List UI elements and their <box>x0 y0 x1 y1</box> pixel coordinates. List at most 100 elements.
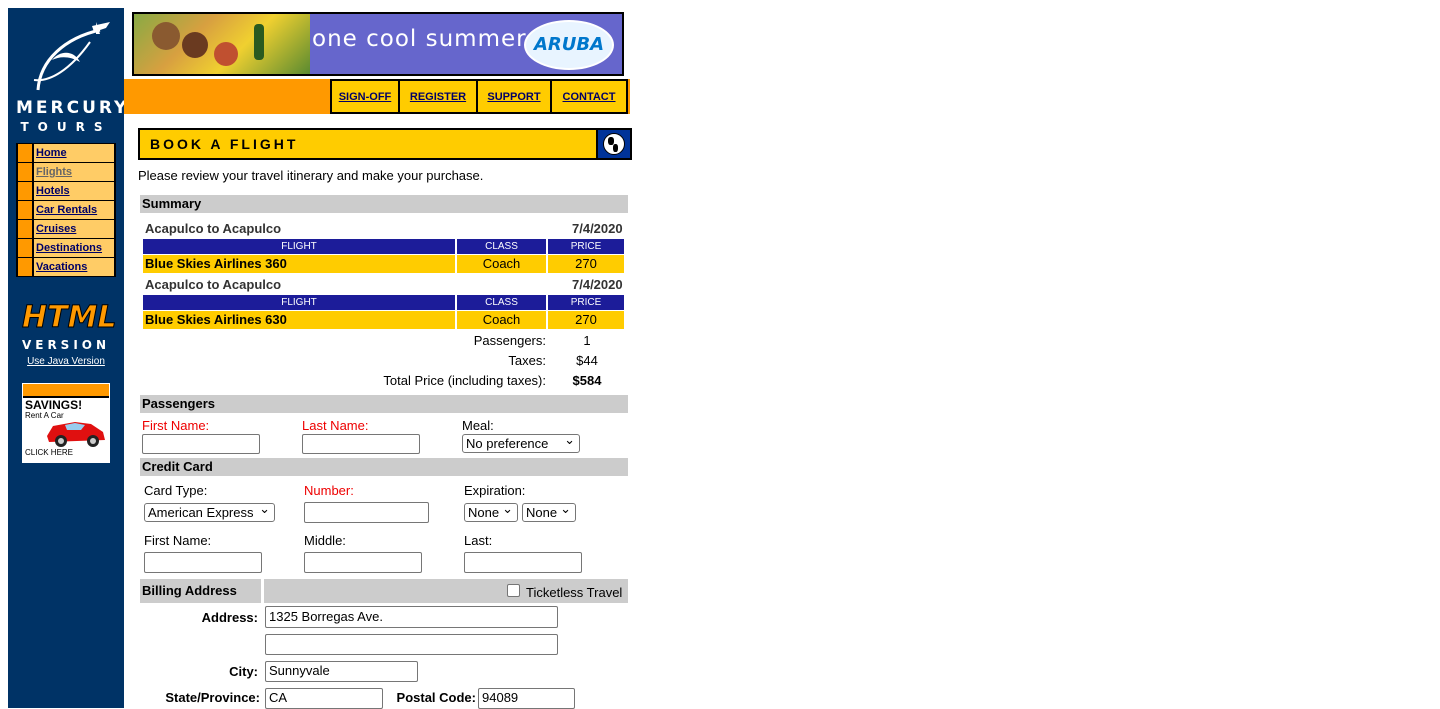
sidebar-nav: Home Flights Hotels Car Rentals Cruises … <box>16 143 116 277</box>
ticketless-label: Ticketless Travel <box>526 585 623 600</box>
leg1-route: Acapulco to Acapulco <box>145 221 282 236</box>
leg2-date: 7/4/2020 <box>572 277 623 292</box>
card-middle-name-label: Middle: <box>304 533 346 548</box>
left-rail: MERCURY TOURS Home Flights Hotels Car Re… <box>8 8 130 708</box>
price-header: PRICE <box>548 295 624 310</box>
address-line2-input[interactable] <box>265 634 558 655</box>
html-version-logo: HTML VERSION <box>18 298 118 358</box>
passenger-last-name-input[interactable] <box>302 434 420 454</box>
card-type-select[interactable]: American Express <box>144 500 275 522</box>
passengers-heading: Passengers <box>140 395 628 413</box>
aruba-banner-ad[interactable]: one cool summer ARUBA <box>132 12 624 76</box>
sidebar-item-label[interactable]: Vacations <box>34 258 114 276</box>
total-price-label: Total Price (including taxes): <box>383 373 546 388</box>
intro-text: Please review your travel itinerary and … <box>138 168 484 183</box>
leg1-table-header: FLIGHT CLASS PRICE <box>143 239 626 254</box>
class-header: CLASS <box>457 239 546 254</box>
expiration-month-select[interactable]: None <box>464 500 518 522</box>
sign-off-link[interactable]: SIGN-OFF <box>330 79 398 114</box>
class-cell: Coach <box>457 255 546 273</box>
sidebar-item-label[interactable]: Hotels <box>34 182 114 200</box>
flight-cell: Blue Skies Airlines 630 <box>143 311 455 329</box>
plane-icon <box>33 22 110 91</box>
sidebar-item-hotels[interactable]: Hotels <box>18 182 114 200</box>
postal-code-label: Postal Code: <box>396 690 476 705</box>
sidebar-item-label[interactable]: Flights <box>34 163 114 181</box>
sidebar-item-vacations[interactable]: Vacations <box>18 258 114 276</box>
sidebar-item-label[interactable]: Car Rentals <box>34 201 114 219</box>
mercury-tours-logo[interactable]: MERCURY TOURS <box>16 20 130 134</box>
city-input[interactable]: Sunnyvale <box>265 661 418 682</box>
passengers-count-label: Passengers: <box>473 333 546 348</box>
class-cell: Coach <box>457 311 546 329</box>
page-title: BOOK A FLIGHT <box>150 136 299 152</box>
banner-photo <box>134 14 310 74</box>
register-link[interactable]: REGISTER <box>398 79 476 114</box>
page-title-bar: BOOK A FLIGHT <box>138 128 632 160</box>
sidebar-item-label[interactable]: Cruises <box>34 220 114 238</box>
flight-header: FLIGHT <box>143 295 455 310</box>
car-rental-ad[interactable]: SAVINGS! Rent A Car CLICK HERE <box>22 383 110 463</box>
sidebar-item-label[interactable]: Destinations <box>34 239 114 257</box>
sidebar-item-home[interactable]: Home <box>18 144 114 162</box>
contact-link[interactable]: CONTACT <box>550 79 628 114</box>
page: MERCURY TOURS Home Flights Hotels Car Re… <box>8 8 632 709</box>
leg2-route: Acapulco to Acapulco <box>145 277 282 292</box>
first-name-label: First Name: <box>142 418 210 433</box>
leg1-date: 7/4/2020 <box>572 221 623 236</box>
billing-address-heading: Billing Address <box>140 579 261 603</box>
passenger-first-name-input[interactable] <box>142 434 260 454</box>
card-last-name-label: Last: <box>464 533 493 548</box>
card-number-label: Number: <box>304 483 354 498</box>
card-last-name-input[interactable] <box>464 552 582 573</box>
state-label: State/Province: <box>165 690 260 705</box>
taxes-value: $44 <box>576 353 598 368</box>
expiration-label: Expiration: <box>464 483 526 498</box>
version-word: VERSION <box>21 338 111 352</box>
sidebar-item-destinations[interactable]: Destinations <box>18 239 114 257</box>
ticketless-bar: Ticketless Travel <box>264 579 628 603</box>
sidebar-item-flights[interactable]: Flights <box>18 163 114 181</box>
card-middle-name-input[interactable] <box>304 552 422 573</box>
class-header: CLASS <box>457 295 546 310</box>
aruba-logo: ARUBA <box>524 20 614 70</box>
expiration-year-select[interactable]: None <box>522 500 576 522</box>
card-number-input[interactable] <box>304 502 429 523</box>
last-name-label: Last Name: <box>302 418 369 433</box>
city-label: City: <box>229 664 258 679</box>
address-line1-input[interactable]: 1325 Borregas Ave. <box>265 606 558 628</box>
price-cell: 270 <box>548 255 624 273</box>
globe-icon <box>596 130 630 158</box>
flight-header: FLIGHT <box>143 239 455 254</box>
java-version-link[interactable]: Use Java Version <box>8 356 124 367</box>
brand-name: MERCURY <box>16 98 130 118</box>
flight-cell: Blue Skies Airlines 360 <box>143 255 455 273</box>
ad-headline: SAVINGS! <box>25 398 83 412</box>
html-version-word: HTML <box>22 300 118 336</box>
sidebar-item-label[interactable]: Home <box>34 144 114 162</box>
car-icon <box>47 422 105 447</box>
table-row: Blue Skies Airlines 360 Coach 270 <box>143 255 626 273</box>
address-label: Address: <box>201 610 258 625</box>
ticketless-checkbox[interactable] <box>507 584 520 597</box>
summary-heading: Summary <box>140 195 628 213</box>
credit-card-heading: Credit Card <box>140 458 628 476</box>
taxes-label: Taxes: <box>508 353 546 368</box>
passengers-count: 1 <box>583 333 591 348</box>
leg2-table-header: FLIGHT CLASS PRICE <box>143 295 626 310</box>
aruba-word: ARUBA <box>533 34 605 55</box>
card-first-name-label: First Name: <box>144 533 212 548</box>
sidebar-item-cruises[interactable]: Cruises <box>18 220 114 238</box>
banner-slogan: one cool summer <box>312 26 527 52</box>
top-nav-bar: SIGN-OFF REGISTER SUPPORT CONTACT <box>124 79 630 114</box>
meal-label: Meal: <box>462 418 494 433</box>
support-link[interactable]: SUPPORT <box>476 79 550 114</box>
sidebar-item-car-rentals[interactable]: Car Rentals <box>18 201 114 219</box>
total-price-value: $584 <box>572 373 602 388</box>
price-cell: 270 <box>548 311 624 329</box>
card-first-name-input[interactable] <box>144 552 262 573</box>
ad-cta: CLICK HERE <box>25 448 74 457</box>
meal-select[interactable]: No preference <box>462 431 580 453</box>
top-links: SIGN-OFF REGISTER SUPPORT CONTACT <box>330 79 628 114</box>
table-row: Blue Skies Airlines 630 Coach 270 <box>143 311 626 329</box>
